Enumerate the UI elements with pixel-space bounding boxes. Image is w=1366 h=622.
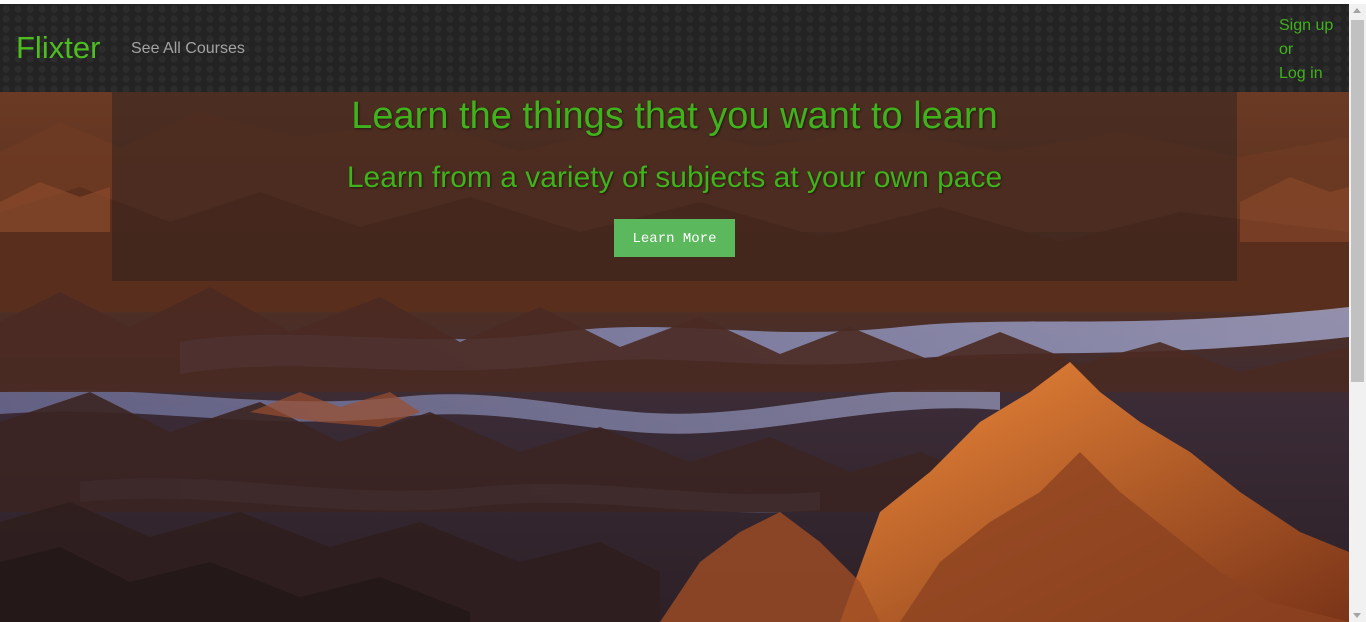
sign-up-link[interactable]: Sign up [1279, 14, 1333, 38]
page: Learn the things that you want to learn … [0, 4, 1349, 622]
browser-viewport: Learn the things that you want to learn … [0, 0, 1366, 622]
learn-more-button[interactable]: Learn More [614, 219, 735, 257]
vertical-scrollbar[interactable] [1349, 4, 1366, 622]
brand-logo[interactable]: Flixter [16, 30, 100, 66]
scroll-down-arrow-icon[interactable] [1353, 613, 1361, 618]
see-all-courses-link[interactable]: See All Courses [131, 40, 245, 58]
log-in-link[interactable]: Log in [1279, 62, 1333, 86]
scroll-up-arrow-icon[interactable] [1353, 8, 1361, 13]
hero-subtitle: Learn from a variety of subjects at your… [346, 161, 1003, 194]
auth-or-text: or [1279, 41, 1294, 58]
auth-links: Sign up or Log in [1279, 14, 1333, 86]
hero-title: Learn the things that you want to learn [351, 95, 998, 137]
hero-section: Learn the things that you want to learn … [0, 92, 1349, 622]
scrollbar-thumb[interactable] [1351, 20, 1364, 382]
top-navbar: Flixter See All Courses Sign up or Log i… [0, 4, 1349, 92]
